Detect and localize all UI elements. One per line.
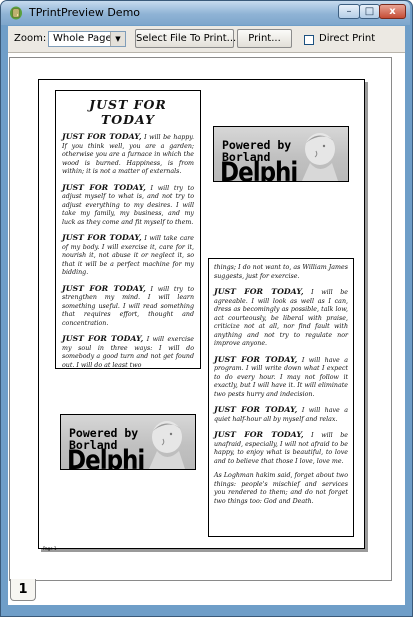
print-button[interactable]: Print... xyxy=(237,29,292,48)
paragraph: JUST FOR TODAY, I will take care of my b… xyxy=(62,233,194,277)
paragraph: JUST FOR TODAY, I will be agreeable. I w… xyxy=(214,287,348,348)
bust-icon xyxy=(149,421,185,469)
paragraph: JUST FOR TODAY, I will exercise my soul … xyxy=(62,334,194,369)
close-icon[interactable]: x xyxy=(379,4,406,19)
direct-print-label[interactable]: Direct Print xyxy=(319,33,375,44)
paragraph: JUST FOR TODAY, I will have a quiet half… xyxy=(214,405,348,423)
title-bar[interactable]: TPrintPreview Demo – □ x xyxy=(1,1,410,25)
page-tabstrip xyxy=(8,581,405,605)
bust-icon xyxy=(302,133,338,181)
preview-page: JUST FOR TODAY JUST FOR TODAY, I will be… xyxy=(38,79,365,549)
direct-print-checkbox[interactable] xyxy=(304,35,314,45)
window-title: TPrintPreview Demo xyxy=(29,6,141,19)
paragraph: JUST FOR TODAY, I will try to strengthen… xyxy=(62,283,194,327)
left-text-frame: JUST FOR TODAY JUST FOR TODAY, I will be… xyxy=(55,90,201,369)
page-footer: Page 1 xyxy=(43,546,57,551)
delphi-logo: Powered by Borland Delphi xyxy=(213,126,349,182)
logo-delphi: Delphi xyxy=(67,446,145,470)
paragraph: As Loghman hakim said, forget about two … xyxy=(214,472,348,505)
zoom-label: Zoom: xyxy=(14,33,47,44)
app-icon xyxy=(10,6,22,20)
paragraph: JUST FOR TODAY, I will try to adjust mys… xyxy=(62,182,194,226)
paragraph: things; I do not want to, as William Jam… xyxy=(214,264,348,280)
maximize-icon[interactable]: □ xyxy=(359,4,380,19)
paragraph: JUST FOR TODAY, I will have a program. I… xyxy=(214,354,348,398)
right-text-frame: things; I do not want to, as William Jam… xyxy=(208,258,354,537)
tab-page-1[interactable]: 1 xyxy=(10,579,36,601)
left-frame-title: JUST FOR TODAY xyxy=(89,97,167,127)
zoom-value: Whole Page xyxy=(53,33,112,44)
logo-delphi: Delphi xyxy=(220,158,298,182)
zoom-select[interactable]: Whole Page ▼ xyxy=(48,31,126,47)
minimize-icon[interactable]: – xyxy=(338,4,360,19)
paragraph: JUST FOR TODAY, I will be happy. If you … xyxy=(62,132,195,176)
delphi-logo: Powered by Borland Delphi xyxy=(60,414,196,470)
select-file-button[interactable]: Select File To Print... xyxy=(135,29,236,48)
toolbar: Zoom: Whole Page ▼ Select File To Print.… xyxy=(8,26,405,53)
paragraph: JUST FOR TODAY, I will be unafraid, espe… xyxy=(214,430,348,465)
dropdown-arrow-icon[interactable]: ▼ xyxy=(110,32,125,46)
